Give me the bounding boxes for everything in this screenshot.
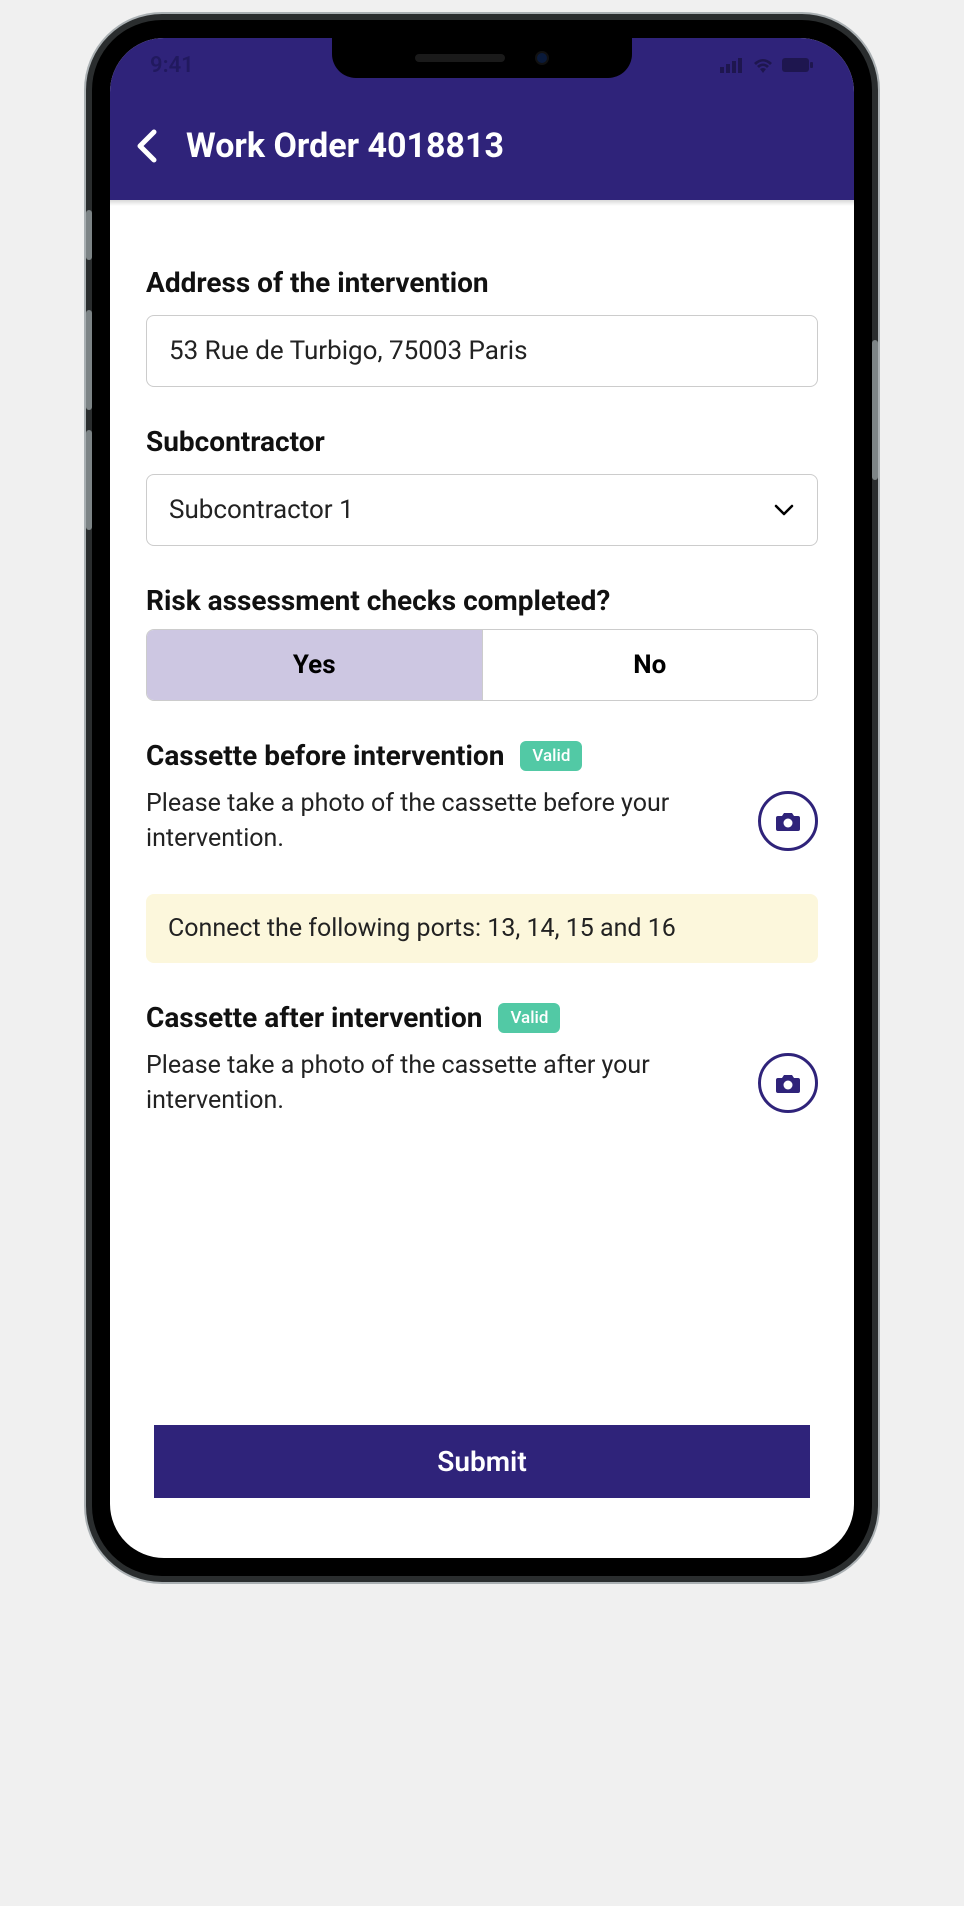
phone-screen: 9:41 Work Order 4018813 Address of the i… bbox=[110, 38, 854, 1558]
cassette-before-badge: Valid bbox=[520, 741, 582, 771]
port-note: Connect the following ports: 13, 14, 15 … bbox=[146, 894, 818, 963]
cassette-after-header: Cassette after intervention Valid bbox=[146, 1001, 818, 1034]
side-button-vol-up bbox=[86, 310, 92, 410]
chevron-left-icon bbox=[134, 128, 162, 164]
cassette-before-camera-button[interactable] bbox=[758, 791, 818, 851]
cassette-before-section: Cassette before intervention Valid Pleas… bbox=[146, 739, 818, 856]
footer: Submit bbox=[110, 1409, 854, 1558]
phone-frame: 9:41 Work Order 4018813 Address of the i… bbox=[92, 20, 872, 1576]
front-camera bbox=[535, 51, 549, 65]
battery-icon bbox=[782, 57, 814, 73]
subcontractor-field: Subcontractor Subcontractor 1 bbox=[146, 425, 818, 546]
cassette-before-desc: Please take a photo of the cassette befo… bbox=[146, 786, 738, 856]
risk-option-yes[interactable]: Yes bbox=[147, 630, 483, 700]
side-button-vol-down bbox=[86, 430, 92, 530]
subcontractor-select[interactable]: Subcontractor 1 bbox=[146, 474, 818, 546]
app-header: Work Order 4018813 bbox=[110, 92, 854, 200]
cassette-after-row: Please take a photo of the cassette afte… bbox=[146, 1048, 818, 1118]
risk-label: Risk assessment checks completed? bbox=[146, 584, 818, 617]
submit-button[interactable]: Submit bbox=[154, 1425, 810, 1498]
camera-icon bbox=[775, 810, 801, 832]
wifi-icon bbox=[752, 57, 774, 73]
cassette-after-desc: Please take a photo of the cassette afte… bbox=[146, 1048, 738, 1118]
status-icons bbox=[720, 57, 814, 73]
risk-toggle: Yes No bbox=[146, 629, 818, 701]
camera-icon bbox=[775, 1072, 801, 1094]
signal-icon bbox=[720, 57, 744, 73]
page-title: Work Order 4018813 bbox=[186, 126, 504, 166]
cassette-after-label: Cassette after intervention bbox=[146, 1001, 482, 1034]
cassette-after-badge: Valid bbox=[498, 1003, 560, 1033]
address-label: Address of the intervention bbox=[146, 266, 818, 299]
side-button-mute bbox=[86, 210, 92, 260]
subcontractor-label: Subcontractor bbox=[146, 425, 818, 458]
speaker bbox=[415, 54, 505, 62]
address-input[interactable] bbox=[146, 315, 818, 387]
notch bbox=[332, 38, 632, 78]
cassette-before-row: Please take a photo of the cassette befo… bbox=[146, 786, 818, 856]
cassette-before-label: Cassette before intervention bbox=[146, 739, 504, 772]
risk-field: Risk assessment checks completed? Yes No bbox=[146, 584, 818, 701]
side-button-power bbox=[872, 340, 878, 480]
subcontractor-value: Subcontractor 1 bbox=[169, 495, 354, 525]
cassette-before-header: Cassette before intervention Valid bbox=[146, 739, 818, 772]
cassette-after-camera-button[interactable] bbox=[758, 1053, 818, 1113]
back-button[interactable] bbox=[134, 128, 162, 164]
address-field: Address of the intervention bbox=[146, 266, 818, 387]
chevron-down-icon bbox=[773, 503, 795, 517]
form-content: Address of the intervention Subcontracto… bbox=[110, 206, 854, 1409]
status-time: 9:41 bbox=[150, 53, 194, 78]
cassette-after-section: Cassette after intervention Valid Please… bbox=[146, 1001, 818, 1118]
risk-option-no[interactable]: No bbox=[483, 630, 818, 700]
